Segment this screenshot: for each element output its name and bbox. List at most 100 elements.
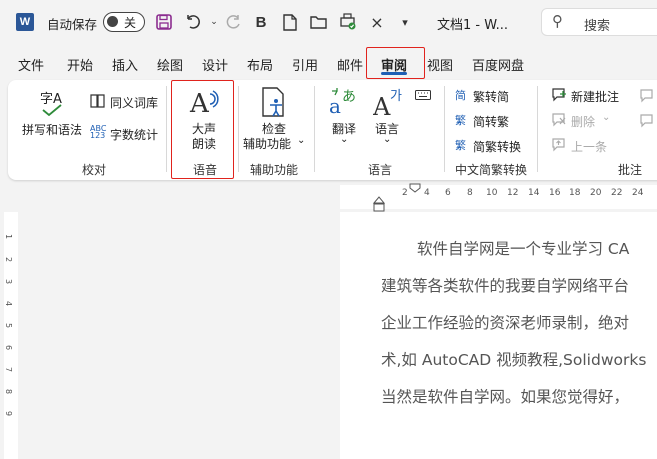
customize-icon[interactable]: ▾ — [394, 11, 416, 33]
tab-mailings[interactable]: 邮件 — [337, 55, 363, 74]
ruler-tick-label: 7 — [4, 366, 14, 373]
undo-icon[interactable] — [183, 11, 205, 33]
close-icon[interactable]: × — [366, 11, 388, 33]
trad-to-simp-label: 繁转简 — [473, 90, 510, 104]
spelling-grammar-label: 拼写和语法 — [22, 123, 83, 137]
check-label-2: 辅助功能 — [243, 137, 292, 151]
svg-text:가: 가 — [390, 89, 402, 104]
trad-to-simp-button[interactable]: 简 繁转简 — [455, 87, 535, 105]
next-comment-icon[interactable] — [640, 114, 654, 128]
tab-insert[interactable]: 插入 — [112, 55, 138, 74]
active-tab-indicator — [381, 72, 407, 75]
document-line[interactable]: 当然是软件自学网。如果您觉得好， — [381, 385, 629, 407]
new-comment-button[interactable]: 新建批注 — [552, 87, 632, 105]
accessibility-icon — [262, 87, 284, 117]
chevron-down-icon: ⌄ — [602, 112, 611, 123]
group-accessibility-label: 辅助功能 — [250, 163, 299, 177]
group-separator — [166, 86, 167, 172]
bold-icon[interactable]: B — [250, 11, 272, 33]
print-preview-icon[interactable] — [337, 11, 359, 33]
tab-draw[interactable]: 绘图 — [157, 55, 183, 74]
tab-design[interactable]: 设计 — [202, 55, 228, 74]
language-button[interactable]: A 가 语言 ⌄ — [371, 86, 407, 150]
word-logo-icon: W — [16, 13, 34, 31]
ruler-tick-label: 14 — [528, 188, 540, 198]
check-accessibility-button[interactable]: 检查 辅助功能 ⌄ — [243, 86, 307, 151]
tab-review[interactable]: 审阅 — [381, 55, 407, 74]
keyboard-icon[interactable] — [415, 89, 431, 103]
tab-baidu-netdisk[interactable]: 百度网盘 — [472, 55, 524, 74]
previous-comment-label: 上一条 — [571, 140, 608, 154]
document-line[interactable]: 软件自学网是一个专业学习 CA — [417, 237, 629, 259]
chevron-down-icon: ⌄ — [383, 134, 392, 145]
title-bar: W 自动保存 关 ⌄ B × ▾ 文档1 - W... ⚲ 搜索 — [0, 0, 657, 46]
show-comments-icon[interactable] — [640, 89, 654, 103]
group-language-label: 语言 — [368, 163, 393, 177]
document-line[interactable]: 企业工作经验的资深老师录制，绝对 — [381, 311, 629, 333]
thesaurus-button[interactable]: 同义词库 — [90, 93, 162, 111]
checkmark-icon — [42, 104, 62, 119]
read-aloud-label-2: 朗读 — [192, 137, 217, 151]
search-box[interactable]: ⚲ 搜索 — [541, 8, 657, 36]
group-separator — [537, 86, 538, 172]
group-comments-label: 批注 — [618, 163, 643, 177]
tab-references[interactable]: 引用 — [292, 55, 318, 74]
read-aloud-icon: A — [189, 89, 219, 116]
search-placeholder: 搜索 — [584, 19, 611, 34]
svg-text:a: a — [329, 94, 341, 117]
spelling-grammar-button[interactable]: 字A 拼写和语法 — [22, 86, 84, 150]
delete-comment-button[interactable]: 删除 ⌄ — [552, 112, 622, 130]
toggle-knob — [107, 16, 118, 27]
tab-home[interactable]: 开始 — [67, 55, 93, 74]
thesaurus-label: 同义词库 — [110, 96, 159, 110]
document-line[interactable]: 建筑等各类软件的我要自学网络平台 — [381, 274, 629, 296]
ruler-tick-label: 9 — [4, 410, 14, 417]
chinese-convert-button[interactable]: 繁 简繁转换 — [455, 137, 535, 155]
convert-icon: 繁 — [455, 139, 466, 152]
previous-comment-icon — [552, 138, 565, 152]
autosave-state: 关 — [124, 16, 137, 30]
ruler-tick-label: 24 — [632, 188, 644, 198]
delete-comment-icon — [552, 113, 566, 127]
group-separator — [444, 86, 445, 172]
ruler-tick-label: 2 — [4, 256, 14, 263]
ruler-tick-label: 6 — [445, 188, 451, 198]
new-doc-icon[interactable] — [279, 11, 301, 33]
word-count-button[interactable]: ABC 123 字数统计 — [90, 125, 162, 143]
chinese-convert-label: 简繁转换 — [473, 140, 522, 154]
redo-icon[interactable] — [222, 11, 244, 33]
ruler-tick-label: 12 — [507, 188, 519, 198]
ruler-tick-label: 8 — [467, 188, 473, 198]
autosave-toggle[interactable]: 关 — [103, 12, 145, 32]
save-icon[interactable] — [153, 11, 175, 33]
read-aloud-button[interactable]: A 大声 朗读 — [182, 86, 226, 151]
search-icon: ⚲ — [552, 12, 563, 30]
ruler-tick-label: 3 — [4, 278, 14, 285]
convert-icon: 简 — [455, 89, 466, 102]
simp-to-trad-button[interactable]: 繁 简转繁 — [455, 112, 535, 130]
open-folder-icon[interactable] — [308, 11, 330, 33]
new-comment-icon — [552, 88, 566, 102]
tab-file[interactable]: 文件 — [18, 55, 44, 74]
tab-view[interactable]: 视图 — [427, 55, 453, 74]
vertical-ruler[interactable] — [4, 212, 18, 459]
ruler-tick-label: 5 — [4, 322, 14, 329]
document-line[interactable]: 术,如 AutoCAD 视频教程,Solidworks — [381, 348, 646, 370]
previous-comment-button[interactable]: 上一条 — [552, 137, 622, 155]
translate-icon: a あ — [329, 88, 356, 117]
indent-markers-icon[interactable] — [370, 183, 430, 213]
simp-to-trad-label: 简转繁 — [473, 115, 510, 129]
svg-text:A: A — [373, 93, 391, 117]
language-icon: A 가 — [373, 89, 402, 117]
group-chinese-label: 中文简繁转换 — [455, 163, 528, 177]
group-separator — [238, 86, 239, 172]
group-speech-label: 语音 — [193, 163, 218, 177]
convert-icon: 繁 — [455, 114, 466, 127]
group-separator — [314, 86, 315, 172]
ruler-tick-label: 4 — [4, 300, 14, 307]
ruler-tick-label: 4 — [424, 188, 430, 198]
document-title: 文档1 - W... — [437, 18, 508, 33]
ruler-tick-label: 16 — [549, 188, 561, 198]
translate-button[interactable]: a あ 翻译 ⌄ — [326, 86, 362, 150]
tab-layout[interactable]: 布局 — [247, 55, 273, 74]
